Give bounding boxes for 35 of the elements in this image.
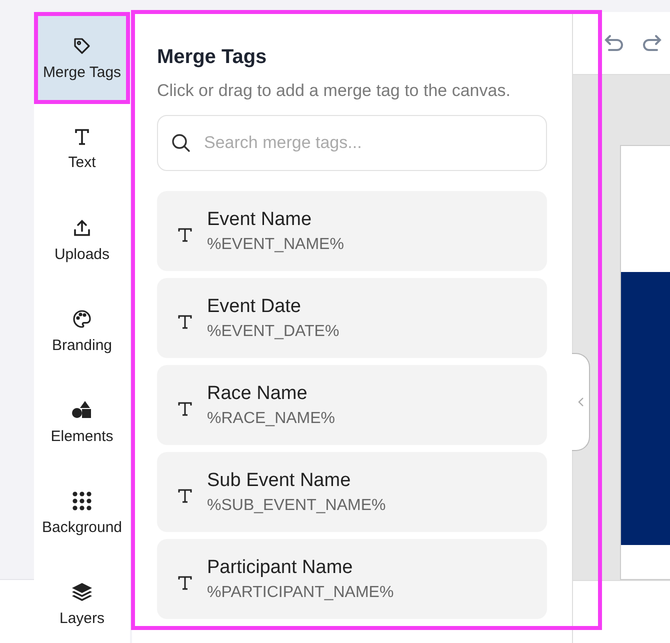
text-icon bbox=[177, 401, 193, 417]
merge-tag-item[interactable]: Participant Name %PARTICIPANT_NAME% bbox=[157, 539, 547, 619]
tag-code: %EVENT_DATE% bbox=[207, 322, 340, 340]
merge-tag-item[interactable]: Race Name %RACE_NAME% bbox=[157, 365, 547, 445]
text-icon bbox=[177, 227, 193, 243]
panel-title: Merge Tags bbox=[157, 46, 268, 69]
tag-code: %PARTICIPANT_NAME% bbox=[207, 584, 394, 602]
tag-name: Race Name bbox=[207, 382, 308, 404]
collapse-handle[interactable] bbox=[572, 352, 590, 450]
merge-tag-item[interactable]: Sub Event Name %SUB_EVENT_NAME% bbox=[157, 452, 547, 532]
redo-icon[interactable] bbox=[641, 32, 663, 53]
text-icon bbox=[177, 314, 193, 330]
tag-icon bbox=[72, 36, 92, 56]
merge-tag-item[interactable]: Event Name %EVENT_NAME% bbox=[157, 191, 547, 271]
undo-icon[interactable] bbox=[603, 32, 625, 53]
search-field[interactable]: Search merge tags... bbox=[157, 115, 547, 171]
tag-code: %EVENT_NAME% bbox=[207, 236, 344, 254]
shapes-icon bbox=[71, 400, 93, 420]
dots-grid-icon bbox=[72, 491, 92, 511]
tag-name: Event Date bbox=[207, 296, 302, 318]
chevron-left-icon bbox=[578, 396, 584, 406]
tag-name: Event Name bbox=[207, 208, 313, 230]
tag-code: %RACE_NAME% bbox=[207, 410, 336, 428]
merge-tag-item[interactable]: Event Date %EVENT_DATE% bbox=[157, 278, 547, 358]
tag-name: Sub Event Name bbox=[207, 470, 352, 492]
sidebar-tab[interactable]: Merge Tags bbox=[34, 12, 130, 104]
text-icon bbox=[177, 575, 193, 591]
text-icon bbox=[73, 128, 91, 146]
tag-code: %SUB_EVENT_NAME% bbox=[207, 496, 386, 514]
layers-icon bbox=[71, 582, 93, 602]
palette-icon bbox=[72, 309, 92, 329]
upload-icon bbox=[72, 218, 92, 238]
text-icon bbox=[177, 488, 193, 504]
panel-subtitle: Click or drag to add a merge tag to the canvas. bbox=[157, 81, 512, 101]
tag-name: Participant Name bbox=[207, 556, 354, 578]
